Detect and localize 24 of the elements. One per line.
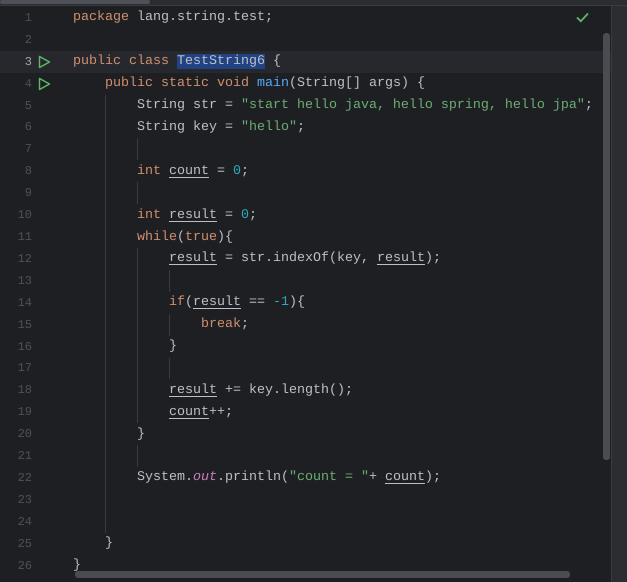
- code-line: System.out.println("count = "+ count);: [136, 470, 441, 486]
- scrollbar-thumb[interactable]: [603, 33, 610, 460]
- code-line: }: [72, 558, 81, 574]
- code-line: public static void main(String[] args) {: [104, 76, 425, 92]
- code-line: }: [168, 339, 177, 354]
- run-icon[interactable]: [38, 76, 51, 91]
- scrollbar-thumb[interactable]: [75, 571, 570, 578]
- code-line: public class TestString6 {: [72, 54, 281, 70]
- code-line: }: [136, 426, 145, 442]
- code-line: count++;: [168, 404, 233, 420]
- code-line: int result = 0;: [136, 208, 257, 223]
- code-line: int count = 0;: [136, 164, 249, 179]
- run-icon[interactable]: [38, 54, 51, 69]
- code-line: break;: [200, 317, 249, 332]
- code-line: if(result == -1){: [168, 295, 305, 310]
- check-icon[interactable]: [576, 12, 589, 23]
- code-line: }: [104, 536, 113, 552]
- code-line: String str = "start hello java, hello spring, hello jpa";: [136, 98, 593, 114]
- code-line: package lang.string.test;: [72, 10, 273, 26]
- code-line: result += key.length();: [168, 382, 353, 398]
- code-line: String key = "hello";: [136, 120, 305, 135]
- line-number: 3: [24, 54, 32, 69]
- code-line: result = str.indexOf(key, result);: [168, 251, 441, 266]
- code-line: while(true){: [136, 230, 233, 245]
